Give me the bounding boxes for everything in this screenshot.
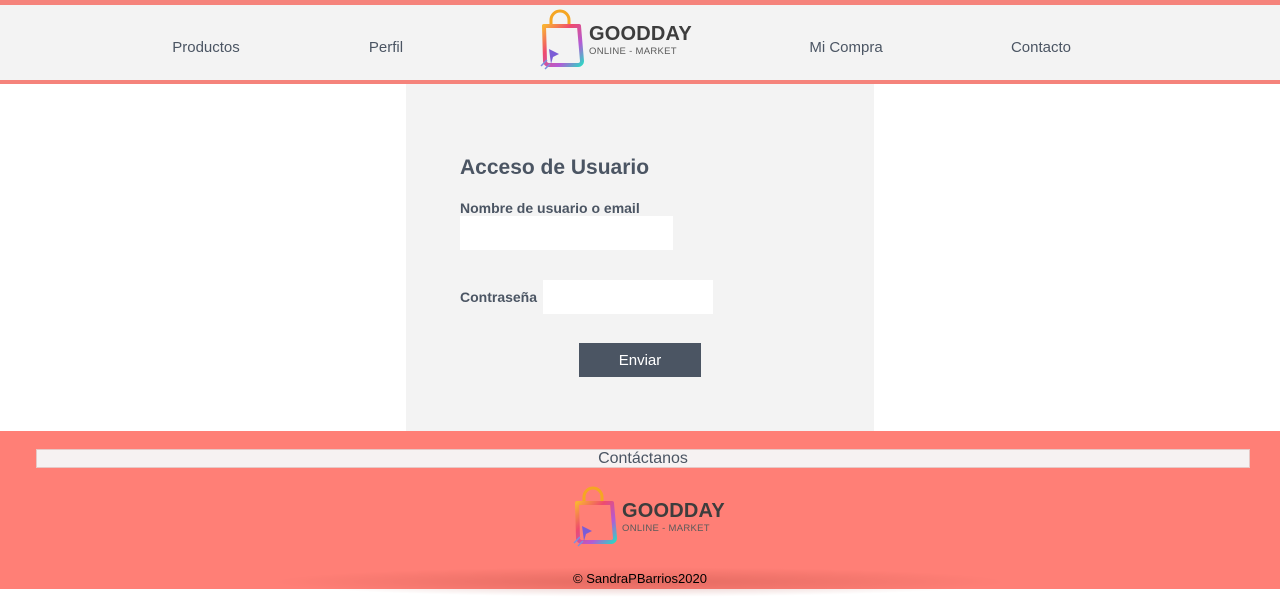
shopping-bag-logo-icon — [573, 486, 617, 547]
nav-mi-compra-link[interactable]: Mi Compra — [809, 39, 882, 56]
login-title: Acceso de Usuario — [460, 156, 650, 179]
login-panel: Acceso de Usuario Nombre de usuario o em… — [406, 84, 874, 431]
copyright-text: © SandraPBarrios2020 — [573, 571, 707, 586]
password-label: Contraseña — [460, 289, 538, 305]
password-input[interactable] — [543, 280, 713, 314]
logo-subtitle: ONLINE - MARKET — [589, 46, 677, 57]
header-logo[interactable]: GOODDAY ONLINE - MARKET — [537, 9, 692, 71]
footer-logo: GOODDAY ONLINE - MARKET — [570, 486, 725, 548]
shopping-bag-logo-icon — [540, 9, 584, 70]
nav-contacto-link[interactable]: Contacto — [1011, 39, 1071, 56]
cursor-arrow-icon — [549, 49, 559, 64]
contact-bar[interactable]: Contáctanos — [36, 449, 1250, 468]
nav-perfil-link[interactable]: Perfil — [369, 39, 403, 56]
username-input[interactable] — [460, 216, 673, 250]
nav-productos-link[interactable]: Productos — [172, 39, 240, 56]
submit-button[interactable]: Enviar — [579, 343, 701, 377]
username-label: Nombre de usuario o email — [460, 200, 640, 216]
logo-name: GOODDAY — [589, 23, 692, 45]
cursor-arrow-icon — [582, 526, 592, 541]
logo-name: GOODDAY — [622, 500, 725, 522]
site-header: Productos Perfil GOODDAY ONLINE - MARKET… — [0, 0, 1280, 84]
logo-subtitle: ONLINE - MARKET — [622, 523, 710, 534]
site-footer: Contáctanos GOODDAY ONLINE - MARKET © Sa… — [0, 431, 1280, 597]
